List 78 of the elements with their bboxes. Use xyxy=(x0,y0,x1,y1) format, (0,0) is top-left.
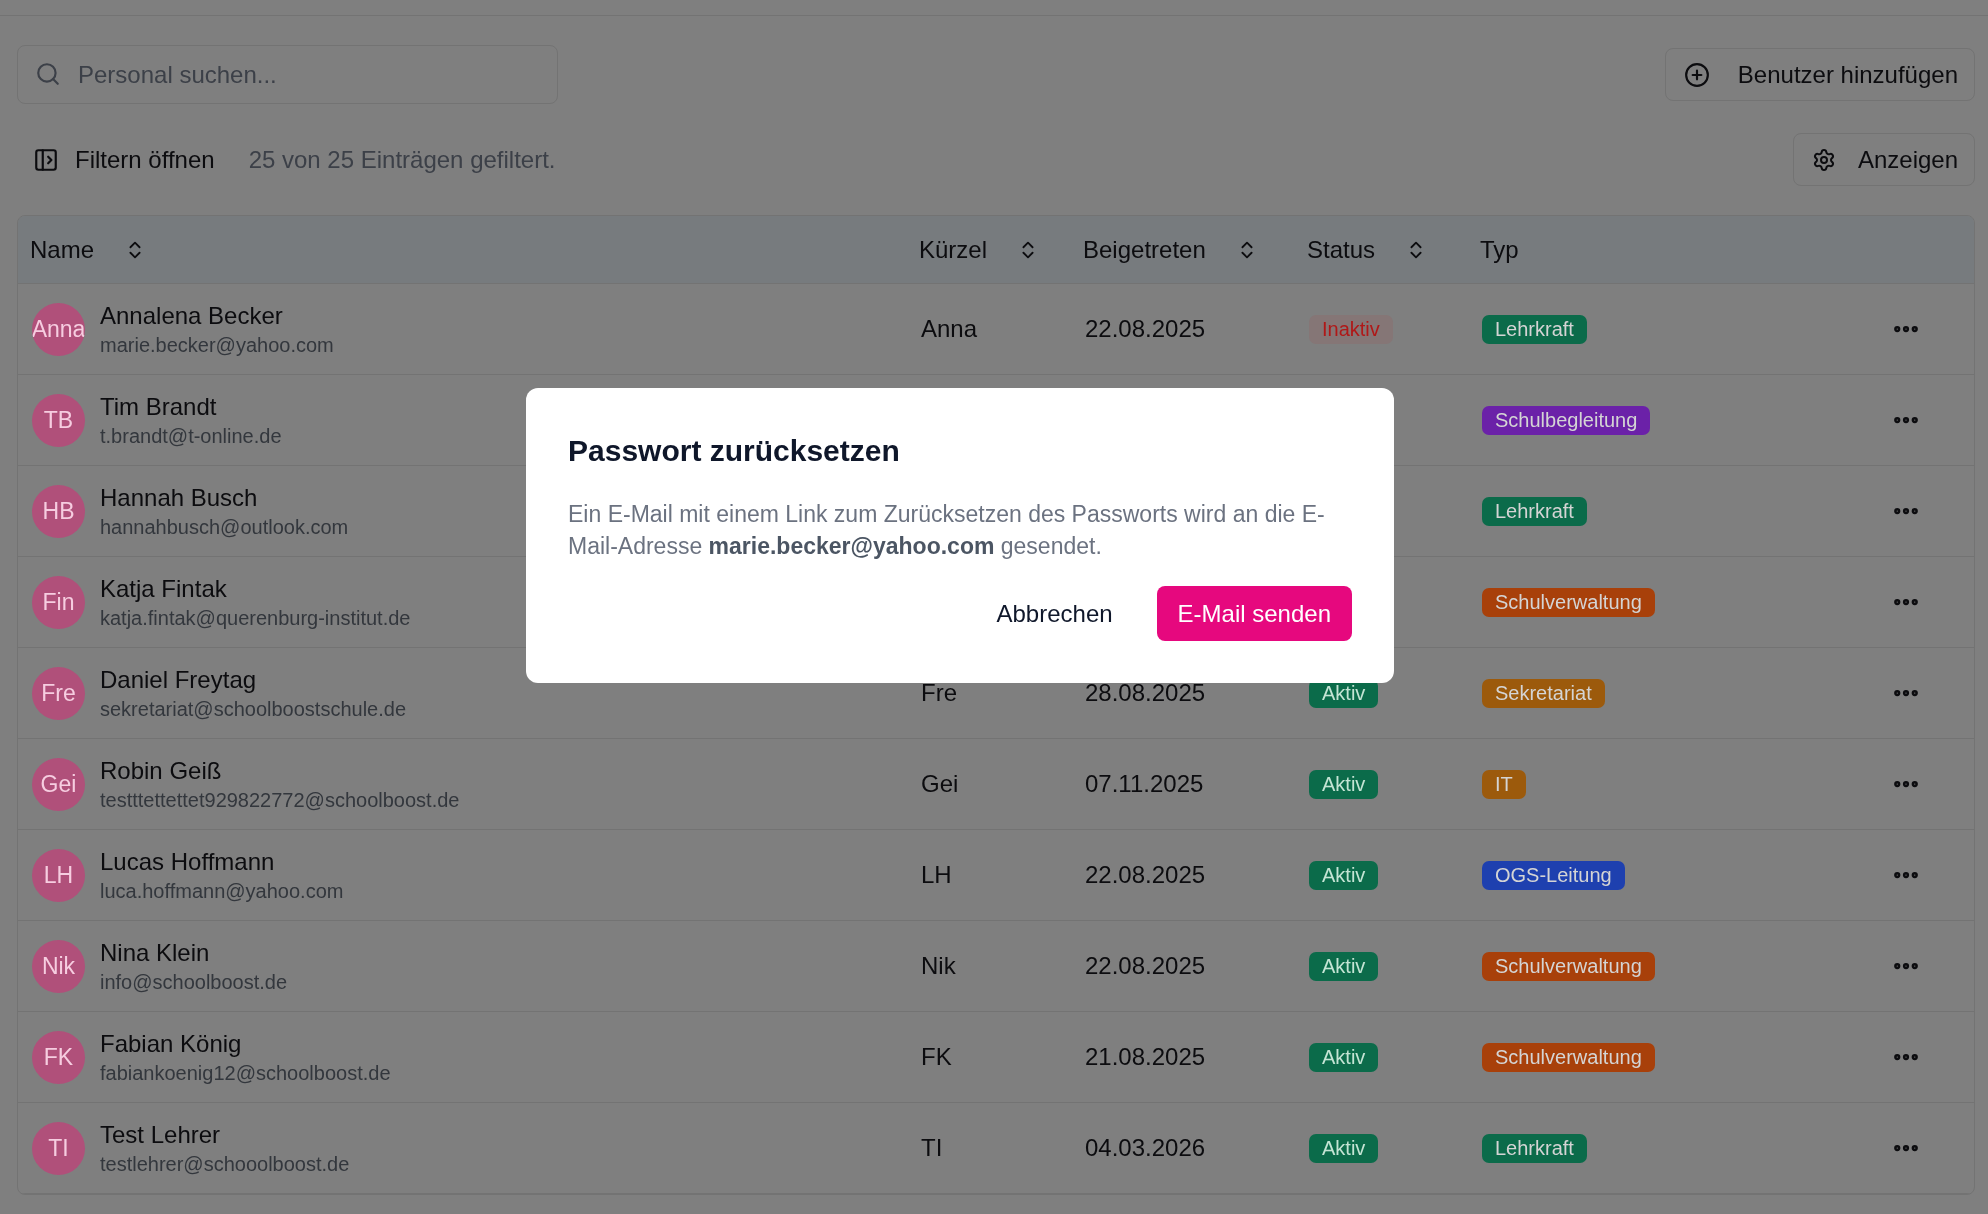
avatar: Fre xyxy=(32,666,85,720)
abbreviation: LH xyxy=(921,861,952,888)
dialog-title: Passwort zurücksetzen xyxy=(568,434,901,468)
joined-date: 07.11.2025 xyxy=(1085,770,1204,797)
type-badge: Sekretariat xyxy=(1482,679,1605,708)
settings-icon xyxy=(1811,147,1836,172)
type-badge: Lehrkraft xyxy=(1482,315,1587,344)
column-header: Beigetreten xyxy=(1083,235,1206,264)
type-badge: Lehrkraft xyxy=(1482,1134,1587,1163)
person-email: luca.hoffmann@yahoo.com xyxy=(100,879,344,903)
joined-date: 22.08.2025 xyxy=(1085,952,1206,979)
person-name: Katja Fintak xyxy=(100,574,228,603)
avatar: Gei xyxy=(32,757,85,811)
send-email-button[interactable]: E-Mail senden xyxy=(1156,586,1352,641)
avatar: Nik xyxy=(32,939,85,993)
avatar: Anna xyxy=(32,302,85,356)
plus-icon xyxy=(1683,61,1710,88)
avatar: LH xyxy=(32,848,85,902)
column-header: Typ xyxy=(1480,235,1519,264)
person-name: Annalena Becker xyxy=(100,301,284,330)
column-header: Name xyxy=(30,235,95,264)
cancel-button[interactable]: Abbrechen xyxy=(986,586,1123,641)
person-email: info@schoolboost.de xyxy=(100,970,288,994)
abbreviation: Anna xyxy=(921,315,978,342)
joined-date: 22.08.2025 xyxy=(1085,861,1206,888)
search-field[interactable]: Personal suchen... xyxy=(17,45,558,104)
person-email: testlehrer@schooolboost.de xyxy=(100,1152,350,1176)
abbreviation: Nik xyxy=(921,952,956,979)
person-name: Daniel Freytag xyxy=(100,665,258,694)
avatar: HB xyxy=(32,484,85,538)
filter-summary: 25 von 25 Einträgen gefiltert. xyxy=(248,145,556,174)
status-badge: Aktiv xyxy=(1309,861,1379,890)
person-name: Hannah Busch xyxy=(100,483,259,512)
dialog-message: Ein E-Mail mit einem Link zum Zurücksetzen des Passworts wird an die E-Mail-Adresse marie.becker@yahoo.com gesendet. xyxy=(568,500,1326,561)
abbreviation: Gei xyxy=(921,770,959,797)
person-name: Fabian König xyxy=(100,1029,243,1058)
status-badge: Inaktiv xyxy=(1309,315,1393,344)
add-user-button[interactable]: Benutzer hinzufügen xyxy=(1664,48,1975,101)
column-header: Status xyxy=(1307,235,1376,264)
abbreviation: FK xyxy=(921,1043,952,1070)
avatar: TB xyxy=(32,393,85,447)
joined-date: 28.08.2025 xyxy=(1085,679,1206,706)
status-badge: Aktiv xyxy=(1309,1134,1379,1163)
status-badge: Aktiv xyxy=(1309,952,1379,981)
abbreviation: TI xyxy=(921,1134,943,1161)
person-email: katja.fintak@querenburg-institut.de xyxy=(100,606,411,630)
joined-date: 22.08.2025 xyxy=(1085,315,1206,342)
avatar: Fin xyxy=(32,575,85,629)
type-badge: Schulbegleitung xyxy=(1482,406,1651,435)
person-email: hannahbusch@outlook.com xyxy=(100,515,349,539)
open-filter-button[interactable]: Filtern öffnen xyxy=(33,145,215,174)
person-email: fabiankoenig12@schoolboost.de xyxy=(100,1061,391,1085)
type-badge: Schulverwaltung xyxy=(1482,1043,1655,1072)
status-badge: Aktiv xyxy=(1309,1043,1379,1072)
view-button[interactable]: Anzeigen xyxy=(1792,133,1975,186)
person-name: Test Lehrer xyxy=(100,1120,222,1149)
column-header: Kürzel xyxy=(919,235,988,264)
person-email: sekretariat@schoolboostschule.de xyxy=(100,697,407,721)
abbreviation: Fre xyxy=(921,679,957,706)
panel-icon xyxy=(33,146,59,173)
person-email: marie.becker@yahoo.com xyxy=(100,333,334,357)
person-name: Nina Klein xyxy=(100,938,211,967)
type-badge: OGS-Leitung xyxy=(1482,861,1625,890)
type-badge: Schulverwaltung xyxy=(1482,588,1655,617)
person-email: testttettettet929822772@schoolboost.de xyxy=(100,788,460,812)
avatar: FK xyxy=(32,1030,85,1084)
avatar: TI xyxy=(32,1121,85,1175)
type-badge: IT xyxy=(1482,770,1526,799)
person-email: t.brandt@t-online.de xyxy=(100,424,282,448)
type-badge: Lehrkraft xyxy=(1482,497,1587,526)
joined-date: 21.08.2025 xyxy=(1085,1043,1206,1070)
person-name: Tim Brandt xyxy=(100,392,218,421)
search-icon xyxy=(35,61,61,87)
person-name: Robin Geiß xyxy=(100,756,223,785)
person-name: Lucas Hoffmann xyxy=(100,847,276,876)
status-badge: Aktiv xyxy=(1309,770,1379,799)
type-badge: Schulverwaltung xyxy=(1482,952,1655,981)
joined-date: 04.03.2026 xyxy=(1085,1134,1206,1161)
